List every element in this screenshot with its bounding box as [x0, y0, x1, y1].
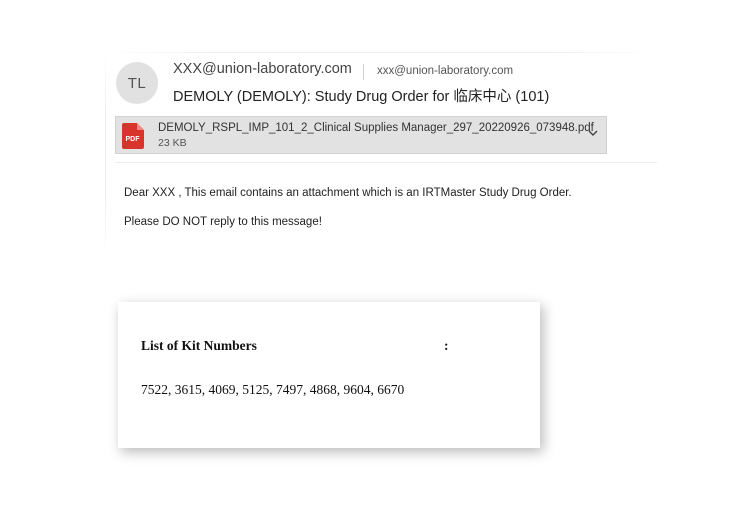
email-body-line: Dear XXX , This email contains an attach…	[124, 187, 572, 199]
kit-list-colon: :	[444, 338, 449, 353]
sender-address[interactable]: XXX@union-laboratory.com	[173, 61, 352, 77]
kit-list-title: List of Kit Numbers	[141, 338, 257, 353]
email-left-border	[105, 52, 106, 257]
attachment-size: 23 KB	[158, 137, 187, 149]
attachment-card[interactable]: PDF DEMOLY_RSPL_IMP_101_2_Clinical Suppl…	[115, 116, 607, 154]
header-separator	[363, 64, 364, 80]
kit-number-list: 7522, 3615, 4069, 5125, 7497, 4868, 9604…	[141, 382, 405, 397]
avatar-initials: TL	[127, 74, 147, 92]
kit-numbers-card: List of Kit Numbers : 7522, 3615, 4069, …	[118, 302, 540, 448]
pdf-badge-text: PDF	[126, 136, 141, 143]
chevron-down-icon[interactable]	[586, 126, 600, 140]
pdf-file-icon: PDF	[122, 123, 144, 149]
email-subject: DEMOLY (DEMOLY): Study Drug Order for 临床…	[173, 89, 550, 105]
attachment-filename: DEMOLY_RSPL_IMP_101_2_Clinical Supplies …	[158, 122, 594, 134]
email-top-border	[105, 52, 657, 53]
email-body-line: Please DO NOT reply to this message!	[124, 216, 322, 228]
header-divider	[115, 162, 657, 163]
sender-avatar[interactable]: TL	[116, 62, 158, 104]
email-message: TL XXX@union-laboratory.com xxx@union-la…	[105, 52, 657, 257]
recipient-address[interactable]: xxx@union-laboratory.com	[377, 65, 513, 77]
